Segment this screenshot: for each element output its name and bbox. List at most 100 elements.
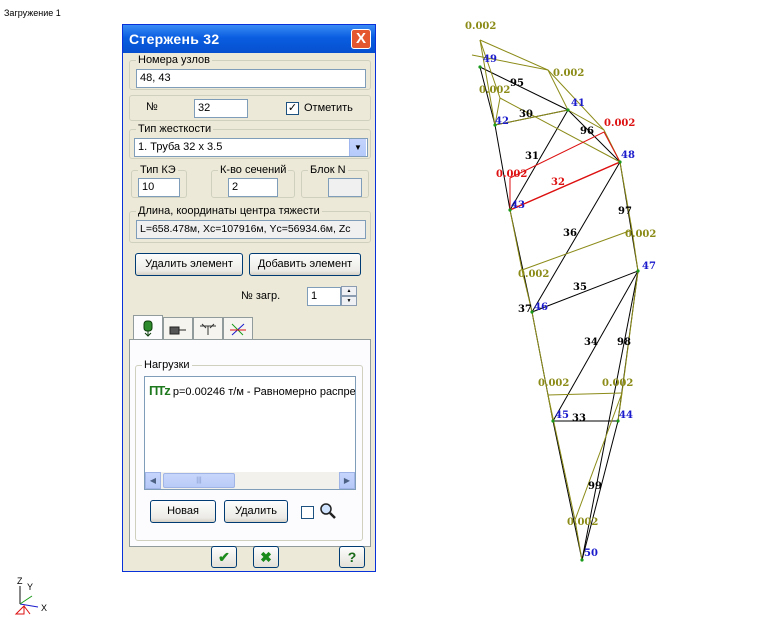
load-value-label: 0.002 bbox=[538, 378, 569, 389]
dialog-titlebar[interactable]: Стержень 32 X bbox=[123, 25, 375, 53]
tab-loads[interactable] bbox=[133, 315, 163, 339]
number-group: № 32 ✓ Отметить bbox=[129, 95, 371, 121]
load-value-label: 0.002 bbox=[625, 229, 656, 240]
chevron-down-icon[interactable]: ▼ bbox=[349, 139, 366, 156]
scroll-left-button[interactable]: ◀ bbox=[145, 472, 161, 489]
uniform-load-icon: ПТz bbox=[149, 383, 171, 398]
bar-number-label: 97 bbox=[618, 206, 632, 217]
sections-group: К-во сечений 2 bbox=[211, 164, 295, 198]
magnifier-icon[interactable] bbox=[319, 502, 337, 520]
stiffness-value: 1. Труба 32 x 3.5 bbox=[138, 141, 223, 153]
node-number-label: 49 bbox=[483, 54, 497, 65]
bar-31[interactable] bbox=[494, 124, 511, 211]
spin-down-button[interactable]: ▼ bbox=[341, 296, 357, 306]
load-value-label: 0.002 bbox=[465, 21, 496, 32]
node-number-label: 43 bbox=[511, 200, 525, 211]
block-group: Блок N bbox=[301, 164, 369, 198]
load-value-label: 0.002 bbox=[518, 269, 549, 280]
block-group-label: Блок N bbox=[308, 164, 348, 176]
selected-bar-label: 32 bbox=[551, 177, 565, 188]
axis-x-label: X bbox=[41, 603, 47, 613]
axis-y-label: Y bbox=[27, 582, 33, 592]
loads-panel: Нагрузки ПТz p=0.00246 т/м - Равномерно … bbox=[129, 339, 371, 547]
load-diagram-line bbox=[547, 69, 621, 163]
bar-number-label: 34 bbox=[584, 337, 598, 348]
nodes-input[interactable]: 48, 43 bbox=[136, 69, 366, 88]
number-label: № bbox=[146, 101, 158, 113]
tab-hinges[interactable] bbox=[193, 317, 223, 339]
node-49[interactable] bbox=[478, 65, 482, 69]
load-diagram-line bbox=[499, 97, 621, 163]
bar-99b[interactable] bbox=[552, 420, 583, 561]
axis-z-label: Z bbox=[17, 576, 23, 586]
length-output[interactable]: L=658.478м, Xc=107916м, Yc=56934.6м, Zc bbox=[136, 220, 366, 239]
add-element-button[interactable]: Добавить элемент bbox=[249, 253, 361, 276]
section-icon bbox=[169, 326, 186, 335]
load-value-label: 0.002 bbox=[479, 85, 510, 96]
load-number-label: № загр. bbox=[241, 290, 281, 302]
spin-up-button[interactable]: ▲ bbox=[341, 286, 357, 296]
structure-view[interactable]: 0.002 0.002 0.002 0.002 0.002 0.002 0.002 0.002… bbox=[0, 0, 770, 627]
new-load-button[interactable]: Новая bbox=[150, 500, 216, 523]
stiffness-select[interactable]: 1. Труба 32 x 3.5 ▼ bbox=[134, 138, 368, 157]
list-item[interactable]: ПТz p=0.00246 т/м - Равномерно распре bbox=[149, 383, 356, 398]
bar-number-label: 96 bbox=[580, 126, 594, 137]
ok-button[interactable]: ✔ bbox=[211, 546, 237, 568]
axes-icon bbox=[230, 323, 246, 336]
loads-group-label: Нагрузки bbox=[142, 359, 192, 371]
load-value-label: 0.002 bbox=[602, 378, 633, 389]
node-number-label: 41 bbox=[571, 98, 585, 109]
bar-number-label: 99 bbox=[588, 481, 602, 492]
load-diagram-line bbox=[619, 161, 633, 231]
mark-checkbox[interactable]: ✓ bbox=[286, 102, 299, 115]
bar-dialog: Стержень 32 X Номера узлов 48, 43 № 32 ✓… bbox=[122, 24, 376, 572]
delete-element-button[interactable]: Удалить элемент bbox=[135, 253, 243, 276]
bar-number-label: 35 bbox=[573, 282, 587, 293]
help-button[interactable]: ? bbox=[339, 546, 365, 568]
filter-checkbox[interactable] bbox=[301, 506, 314, 519]
length-group-label: Длина, координаты центра тяжести bbox=[136, 205, 322, 217]
sections-group-label: К-во сечений bbox=[218, 164, 289, 176]
nodes-group: Номера узлов 48, 43 bbox=[129, 54, 371, 90]
load-item-text: p=0.00246 т/м - Равномерно распре bbox=[172, 386, 356, 398]
loads-list[interactable]: ПТz p=0.00246 т/м - Равномерно распре ◀ … bbox=[144, 376, 356, 490]
close-button[interactable]: X bbox=[351, 29, 371, 49]
node-number-label: 46 bbox=[534, 302, 548, 313]
bar-number-label: 95 bbox=[510, 78, 524, 89]
bar-number-label: 36 bbox=[563, 228, 577, 239]
dialog-title: Стержень 32 bbox=[129, 31, 220, 47]
bar-number-label: 33 bbox=[572, 413, 586, 424]
node-number-label: 47 bbox=[642, 261, 656, 272]
nodes-group-label: Номера узлов bbox=[136, 54, 212, 66]
bar-number-label: 31 bbox=[525, 151, 539, 162]
load-value-label: 0.002 bbox=[567, 517, 598, 528]
node-41[interactable] bbox=[566, 108, 570, 112]
node-number-label: 50 bbox=[584, 548, 598, 559]
sections-input[interactable]: 2 bbox=[228, 178, 278, 197]
scroll-thumb[interactable]: ||| bbox=[163, 473, 235, 488]
bar-number-label: 37 bbox=[518, 304, 532, 315]
bar-number-label: 30 bbox=[519, 109, 533, 120]
load-value-label: 0.002 bbox=[496, 169, 527, 180]
node-number-label: 42 bbox=[495, 116, 509, 127]
horizontal-scrollbar[interactable]: ◀ ||| ▶ bbox=[145, 472, 355, 489]
block-input[interactable] bbox=[328, 178, 362, 197]
scroll-right-button[interactable]: ▶ bbox=[339, 472, 355, 489]
fe-type-group: Тип КЭ 10 bbox=[131, 164, 187, 198]
cancel-button[interactable]: ✖ bbox=[253, 546, 279, 568]
bar-number-label: 98 bbox=[617, 337, 631, 348]
fe-type-input[interactable]: 10 bbox=[138, 178, 180, 197]
length-group: Длина, координаты центра тяжести L=658.4… bbox=[129, 205, 371, 243]
load-diagram-line bbox=[547, 392, 623, 396]
tab-section[interactable] bbox=[163, 317, 193, 339]
load-number-input[interactable]: 1 bbox=[307, 287, 341, 306]
delete-load-button[interactable]: Удалить bbox=[224, 500, 288, 523]
stiffness-group: Тип жесткости 1. Труба 32 x 3.5 ▼ bbox=[129, 123, 371, 159]
node-number-label: 45 bbox=[555, 410, 569, 421]
tab-axes[interactable] bbox=[223, 317, 253, 339]
bar-31b[interactable] bbox=[509, 109, 569, 211]
load-pin-icon bbox=[143, 320, 153, 337]
node-47[interactable] bbox=[636, 269, 640, 273]
number-input[interactable]: 32 bbox=[194, 99, 248, 118]
loads-group: Нагрузки ПТz p=0.00246 т/м - Равномерно … bbox=[135, 359, 363, 541]
